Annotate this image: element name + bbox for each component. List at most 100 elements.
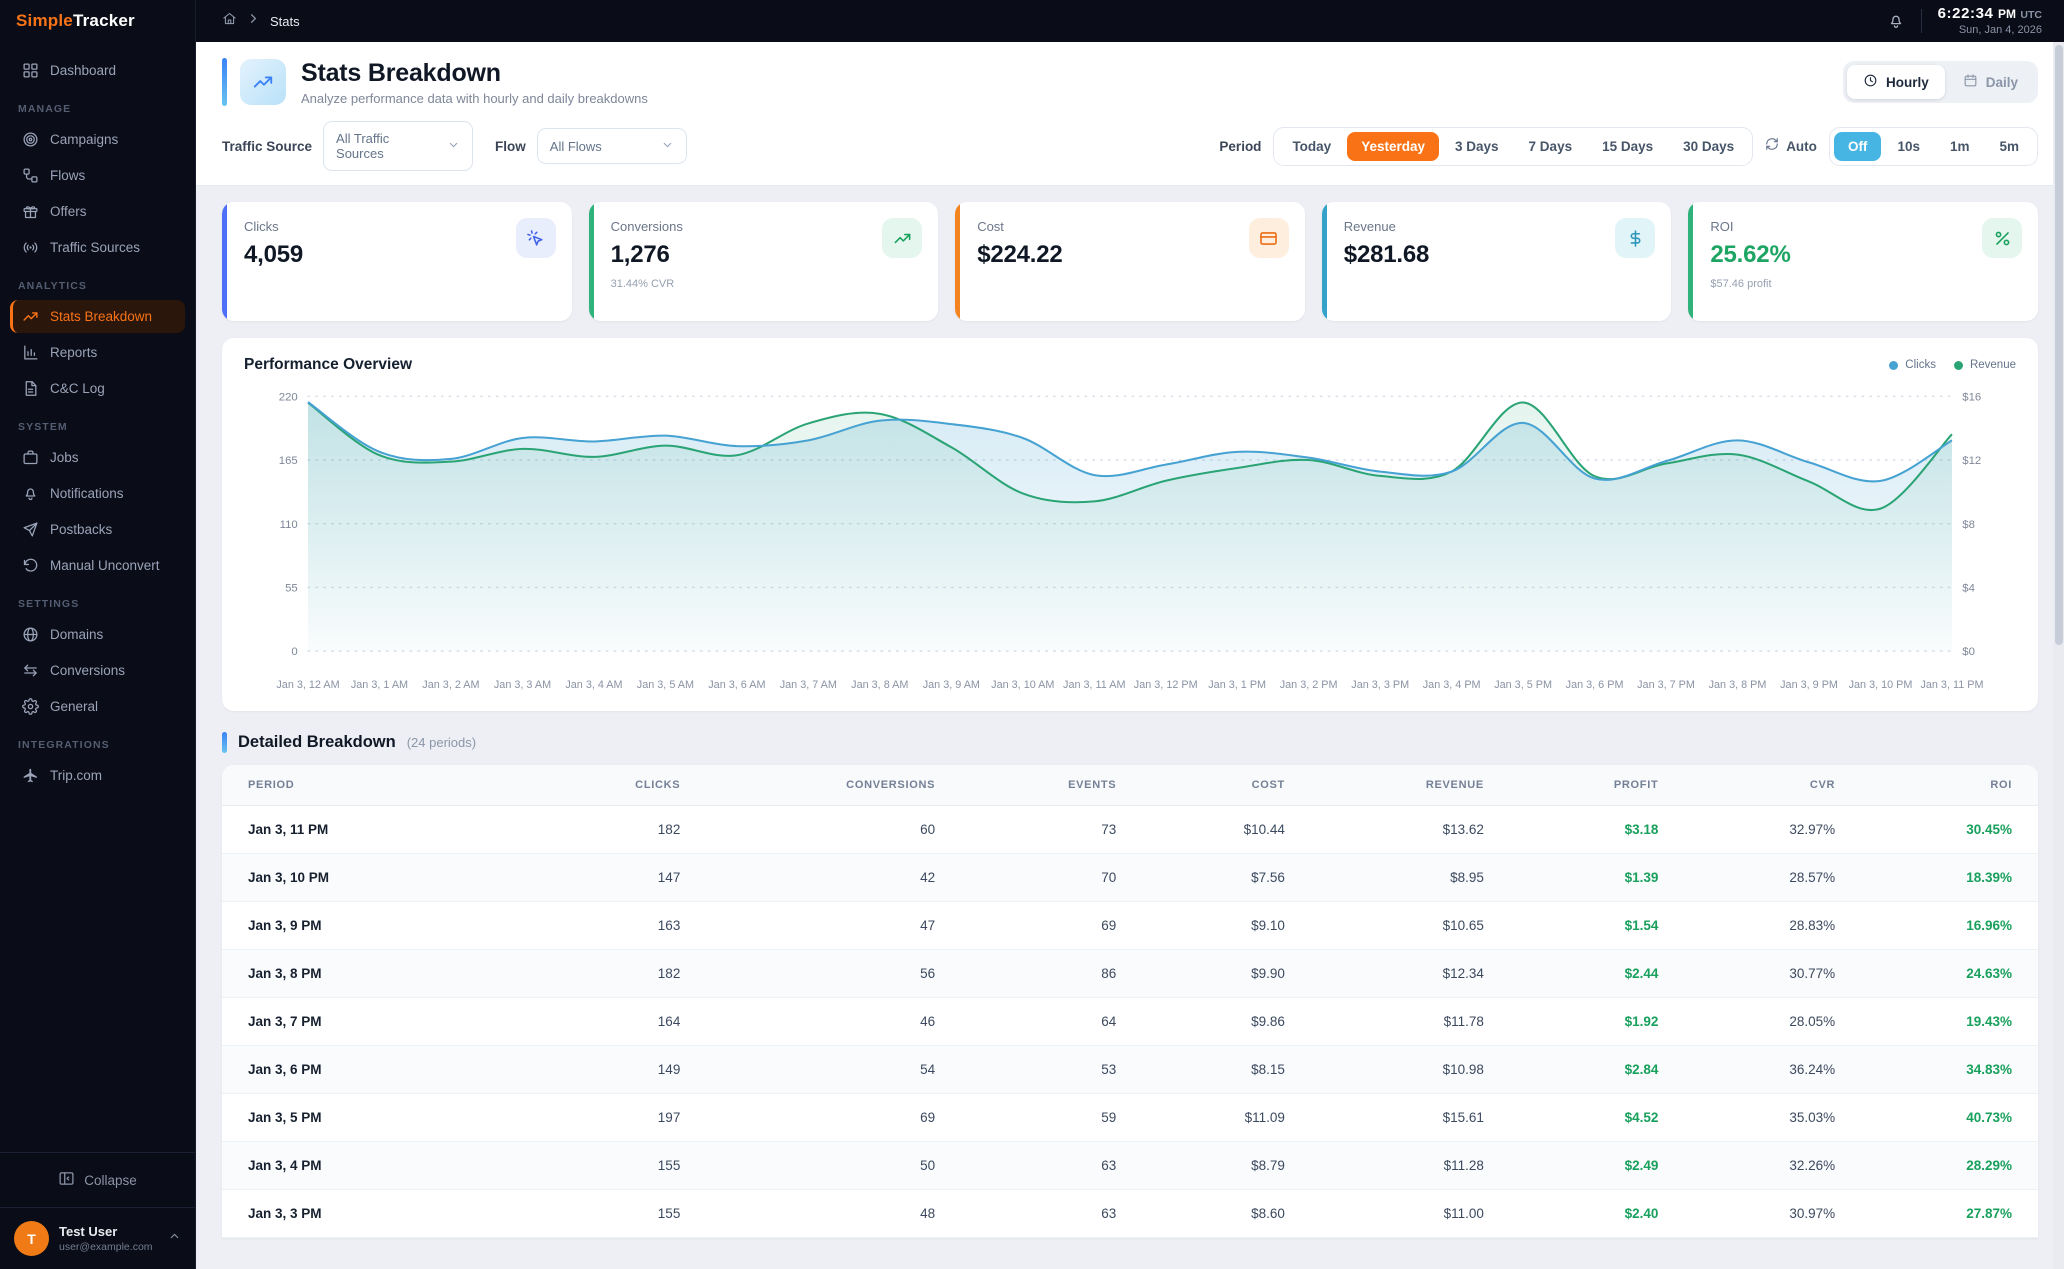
line-chart: 220 $16 165 $12 110 $8 55 $4 0 $0 Jan 3, 12 AM Jan… xyxy=(244,380,2016,703)
briefcase-icon xyxy=(22,449,39,466)
sidebar-item-trip-com[interactable]: Trip.com xyxy=(10,759,185,792)
breadcrumb-current[interactable]: Stats xyxy=(270,14,300,29)
col-clicks[interactable]: CLICKS xyxy=(530,765,707,806)
sidebar-item-stats-breakdown[interactable]: Stats Breakdown xyxy=(10,300,185,333)
legend-revenue[interactable]: Revenue xyxy=(1953,359,2016,371)
toggle-daily[interactable]: Daily xyxy=(1947,65,2034,99)
sidebar-item-general[interactable]: General xyxy=(10,690,185,723)
performance-chart-card: Performance Overview Clicks Revenue 220 $1… xyxy=(222,338,2038,711)
view-toggle-wrap: Hourly Daily xyxy=(1842,61,2038,103)
refresh-10s[interactable]: 10s xyxy=(1883,132,1934,161)
cell-period: Jan 3, 9 PM xyxy=(222,901,531,950)
col-roi[interactable]: ROI xyxy=(1861,765,2038,806)
table-row[interactable]: Jan 3, 8 PM 182 56 86 $9.90 $12.34 $2.44 30.77%… xyxy=(222,949,2038,998)
sidebar-item-campaigns[interactable]: Campaigns xyxy=(10,123,185,156)
page-scrollbar[interactable] xyxy=(2053,42,2064,1269)
sidebar-item-manual-unconvert[interactable]: Manual Unconvert xyxy=(10,549,185,582)
legend-clicks[interactable]: Clicks xyxy=(1889,359,1936,371)
col-events[interactable]: EVENTS xyxy=(961,765,1143,806)
bar-chart-icon xyxy=(22,344,39,361)
col-profit[interactable]: PROFIT xyxy=(1509,765,1685,806)
svg-text:Jan 3, 12 PM: Jan 3, 12 PM xyxy=(1134,679,1198,691)
refresh-1m[interactable]: 1m xyxy=(1936,132,1984,161)
sidebar-item-flows[interactable]: Flows xyxy=(10,159,185,192)
card-sub: $57.46 profit xyxy=(1710,278,1772,290)
refresh-5m[interactable]: 5m xyxy=(1985,132,2033,161)
sidebar-item-reports[interactable]: Reports xyxy=(10,336,185,369)
document-icon xyxy=(22,380,39,397)
sidebar-item-label: General xyxy=(50,699,99,714)
col-cvr[interactable]: CVR xyxy=(1684,765,1862,806)
col-revenue[interactable]: REVENUE xyxy=(1310,765,1510,806)
period-15-days[interactable]: 15 Days xyxy=(1588,132,1667,161)
nav-section-label-settings: SETTINGS xyxy=(18,598,80,610)
cell-roi: 24.63% xyxy=(1861,949,2038,998)
sidebar-item-conversions[interactable]: Conversions xyxy=(10,654,185,687)
sidebar-item-postbacks[interactable]: Postbacks xyxy=(10,513,185,546)
sidebar-item-jobs[interactable]: Jobs xyxy=(10,441,185,474)
trend-up-icon xyxy=(882,218,923,258)
svg-text:$12: $12 xyxy=(1962,455,1981,467)
table-row[interactable]: Jan 3, 3 PM 155 48 63 $8.60 $11.00 $2.40 30.97%… xyxy=(222,1189,2038,1238)
table-row[interactable]: Jan 3, 6 PM 149 54 53 $8.15 $10.98 $2.84 36.24%… xyxy=(222,1045,2038,1094)
svg-text:Jan 3, 5 AM: Jan 3, 5 AM xyxy=(637,679,694,691)
cell-clicks: 155 xyxy=(530,1189,707,1238)
page-subtitle: Analyze performance data with hourly and… xyxy=(301,90,648,106)
table-row[interactable]: Jan 3, 9 PM 163 47 69 $9.10 $10.65 $1.54 28.83%… xyxy=(222,901,2038,950)
col-conversions[interactable]: CONVERSIONS xyxy=(706,765,962,806)
period-yesterday[interactable]: Yesterday xyxy=(1347,131,1439,161)
sidebar-item-notifications[interactable]: Notifications xyxy=(10,477,185,510)
title-accent-bar xyxy=(222,58,227,106)
table-title: Detailed Breakdown xyxy=(238,733,396,751)
cell-revenue: $12.34 xyxy=(1310,949,1510,998)
period-7-days[interactable]: 7 Days xyxy=(1515,132,1587,161)
svg-text:Jan 3, 1 PM: Jan 3, 1 PM xyxy=(1208,679,1266,691)
cell-clicks: 163 xyxy=(530,901,707,950)
user-name: Test User xyxy=(59,1224,118,1239)
sidebar-item-c-c-log[interactable]: C&C Log xyxy=(10,372,185,405)
home-icon[interactable] xyxy=(222,11,237,31)
brand-logo[interactable]: Simple Tracker xyxy=(0,0,195,42)
cell-roi: 30.45% xyxy=(1861,805,2038,854)
period-30-days[interactable]: 30 Days xyxy=(1669,132,1748,161)
sidebar-item-label: Campaigns xyxy=(50,132,119,147)
table-row[interactable]: Jan 3, 5 PM 197 69 59 $11.09 $15.61 $4.52 35.03… xyxy=(222,1093,2038,1142)
svg-text:Jan 3, 8 AM: Jan 3, 8 AM xyxy=(851,679,908,691)
cell-conversions: 46 xyxy=(706,997,962,1046)
period-3-days[interactable]: 3 Days xyxy=(1441,132,1513,161)
sidebar-item-traffic-sources[interactable]: Traffic Sources xyxy=(10,231,185,264)
period-today[interactable]: Today xyxy=(1278,132,1345,161)
sidebar-item-dashboard[interactable]: Dashboard xyxy=(10,54,185,87)
col-cost[interactable]: COST xyxy=(1142,765,1311,806)
table-row[interactable]: Jan 3, 7 PM 164 46 64 $9.86 $11.78 $1.92 28.05%… xyxy=(222,997,2038,1046)
view-toggle: Hourly Daily xyxy=(1842,61,2038,103)
cell-revenue: $13.62 xyxy=(1310,805,1510,854)
cell-revenue: $10.98 xyxy=(1310,1045,1510,1094)
cell-events: 63 xyxy=(961,1189,1143,1238)
traffic-source-select[interactable]: All Traffic Sources xyxy=(323,121,474,171)
sidebar-item-offers[interactable]: Offers xyxy=(10,195,185,228)
nav-section-label-analytics: ANALYTICS xyxy=(18,280,88,292)
sidebar-item-domains[interactable]: Domains xyxy=(10,618,185,651)
flow-select[interactable]: All Flows xyxy=(536,128,687,164)
legend-dot xyxy=(1953,360,1963,370)
col-period[interactable]: PERIOD xyxy=(222,765,531,806)
toggle-hourly[interactable]: Hourly xyxy=(1846,65,1945,99)
table-row[interactable]: Jan 3, 4 PM 155 50 63 $8.79 $11.28 $2.49 32.26%… xyxy=(222,1141,2038,1190)
traffic-source-label: Traffic Source xyxy=(222,138,313,154)
stat-card-revenue: Revenue $281.68 xyxy=(1321,202,1672,321)
page-scrollbar-thumb[interactable] xyxy=(2054,45,2063,645)
sidebar-item-label: Manual Unconvert xyxy=(50,558,160,573)
avatar: T xyxy=(14,1221,49,1256)
performance-chart-svg: 220 $16 165 $12 110 $8 55 $4 0 $0 Jan 3, 12 AM Jan… xyxy=(276,391,1983,691)
cell-period: Jan 3, 7 PM xyxy=(222,997,531,1046)
refresh-off[interactable]: Off xyxy=(1833,131,1882,161)
notifications-bell-icon[interactable] xyxy=(1887,12,1905,30)
table-row[interactable]: Jan 3, 11 PM 182 60 73 $10.44 $13.62 $3.18 32.9… xyxy=(222,805,2038,854)
collapse-button[interactable]: Collapse xyxy=(10,1162,185,1198)
user-menu[interactable]: T Test User user@example.com xyxy=(0,1207,195,1269)
sidebar-item-label: Trip.com xyxy=(50,768,103,783)
table-row[interactable]: Jan 3, 10 PM 147 42 70 $7.56 $8.95 $1.39 28.57%… xyxy=(222,853,2038,902)
stat-card-clicks: Clicks 4,059 xyxy=(222,202,572,321)
brand-name-primary: Simple xyxy=(16,11,73,30)
